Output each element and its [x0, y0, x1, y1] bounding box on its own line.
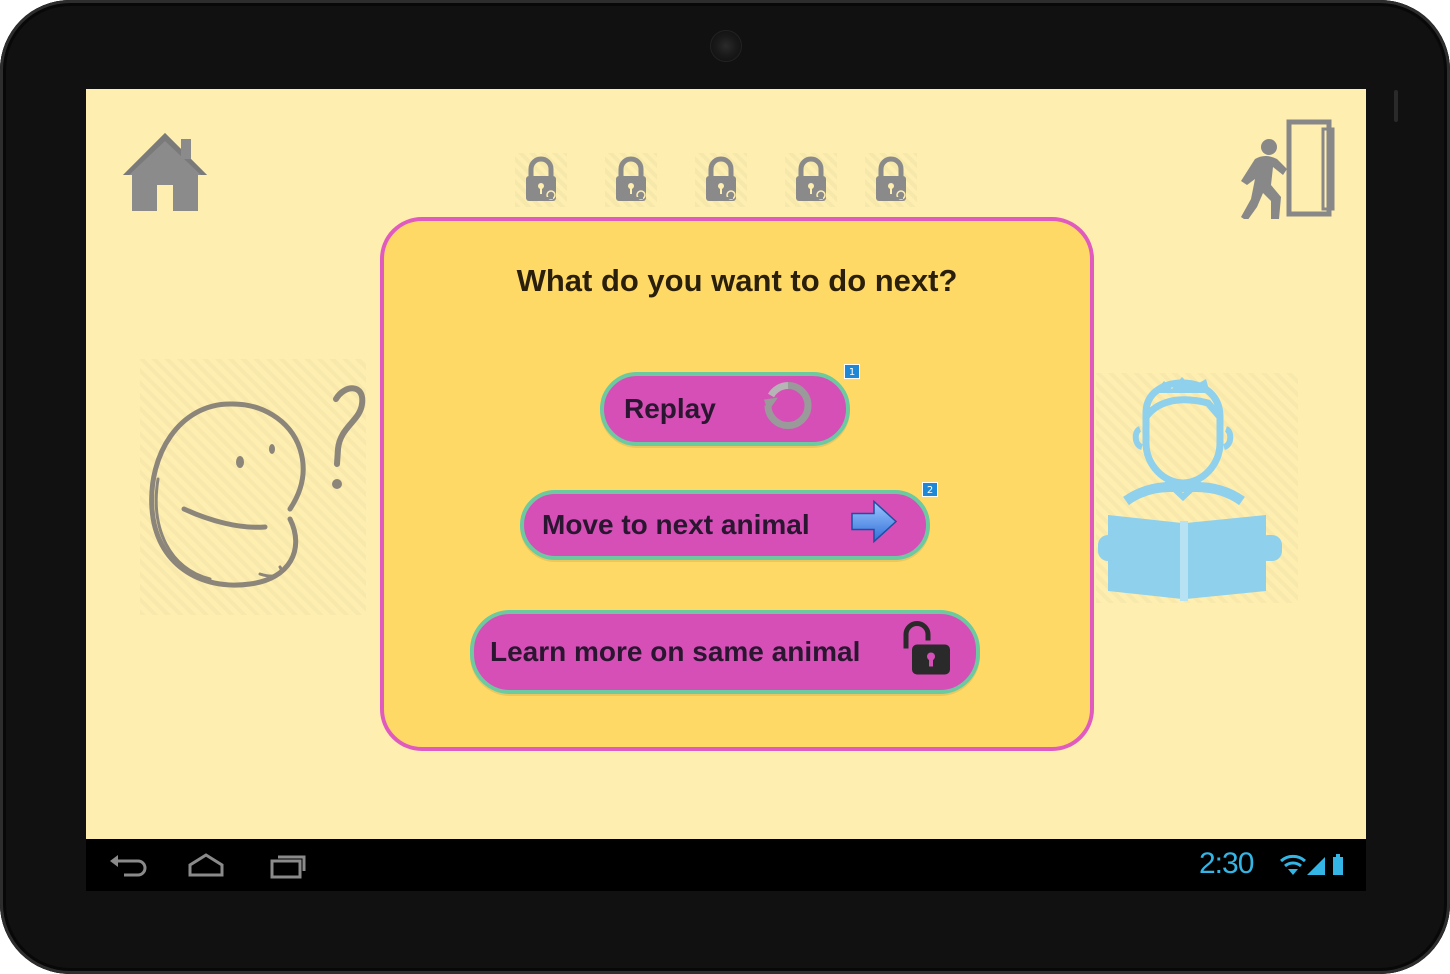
wifi-icon [1280, 854, 1306, 875]
front-camera [710, 30, 742, 62]
shortcut-badge: 2 [922, 482, 938, 497]
reading-person-illustration [1096, 373, 1298, 603]
exit-door-icon[interactable] [1233, 119, 1339, 221]
level-lock-icon[interactable] [695, 153, 747, 207]
back-icon[interactable] [106, 849, 150, 881]
replay-button-label: Replay [624, 393, 716, 424]
battery-icon [1333, 854, 1343, 875]
next-animal-button[interactable]: Move to next animal [520, 490, 930, 560]
learn-more-button-label: Learn more on same animal [490, 636, 861, 667]
learn-more-button[interactable]: Learn more on same animal [470, 610, 980, 694]
side-sensor [1394, 90, 1398, 122]
next-animal-button-label: Move to next animal [542, 509, 810, 540]
level-lock-icon[interactable] [865, 153, 917, 207]
confused-face-illustration [140, 359, 366, 615]
home-nav-icon[interactable] [184, 849, 228, 881]
home-icon[interactable] [119, 129, 211, 213]
system-navigation-bar: 2:30 [86, 839, 1366, 891]
unlock-icon [898, 619, 954, 686]
arrow-right-icon [848, 498, 900, 553]
dialog-title: What do you want to do next? [516, 263, 958, 298]
next-action-dialog: What do you want to do next? Replay 1 Mo… [380, 217, 1094, 751]
shortcut-badge: 1 [844, 364, 860, 379]
replay-icon [762, 380, 814, 439]
level-lock-icon[interactable] [785, 153, 837, 207]
system-clock: 2:30 [1199, 847, 1254, 880]
level-lock-icon[interactable] [605, 153, 657, 207]
replay-button[interactable]: Replay [600, 372, 850, 446]
level-lock-icon[interactable] [515, 153, 567, 207]
signal-icon [1307, 857, 1325, 875]
recent-apps-icon[interactable] [266, 849, 310, 881]
status-icons [1279, 853, 1349, 877]
app-screen: What do you want to do next? Replay 1 Mo… [86, 89, 1366, 839]
